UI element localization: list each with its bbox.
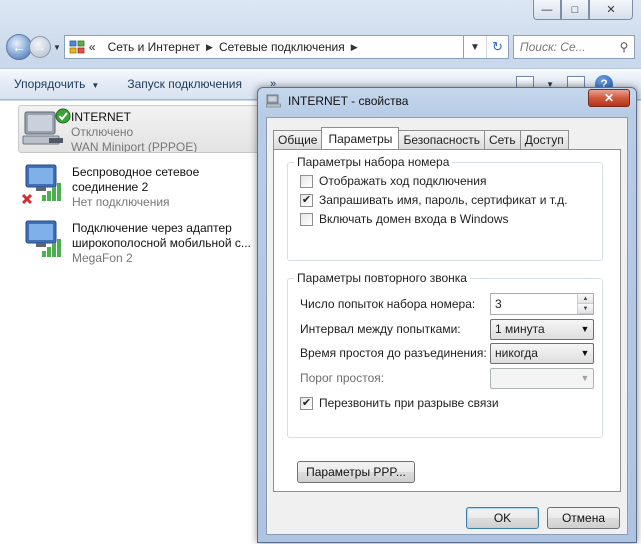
- window-controls: — □ ✕: [533, 0, 633, 20]
- recent-pages-dropdown-icon[interactable]: ▼: [53, 43, 61, 52]
- organize-label: Упорядочить: [14, 77, 86, 91]
- search-placeholder: Поиск: Се...: [519, 40, 586, 54]
- start-connection-button[interactable]: Запуск подключения: [127, 77, 242, 91]
- cancel-button[interactable]: Отмена: [547, 507, 620, 529]
- tab-sharing[interactable]: Доступ: [519, 130, 569, 149]
- idle-time-row: Время простоя до разъединения: никогда ▼: [300, 342, 594, 364]
- dialing-options-group: Параметры набора номера Отображать ход п…: [287, 155, 603, 261]
- redial-attempts-stepper[interactable]: 3 ▲ ▼: [490, 293, 594, 315]
- connection-status: Нет подключения: [72, 195, 170, 209]
- group-title: Параметры повторного звонка: [294, 271, 470, 285]
- breadcrumb-separator-icon[interactable]: ▶: [351, 42, 358, 53]
- list-item-wireless[interactable]: Беспроводное сетевое соединение 2 Нет по…: [20, 161, 270, 209]
- address-buttons: ▼ ↻: [463, 35, 509, 59]
- option-include-windows-domain[interactable]: Включать домен входа в Windows: [300, 212, 508, 226]
- organize-button[interactable]: Упорядочить ▼: [14, 77, 99, 91]
- redial-attempts-row: Число попыток набора номера: 3 ▲ ▼: [300, 293, 594, 315]
- maximize-icon[interactable]: □: [561, 0, 589, 20]
- address-bar[interactable]: « Сеть и Интернет ▶ Сетевые подключения …: [63, 35, 464, 59]
- start-connection-label: Запуск подключения: [127, 77, 242, 91]
- search-input[interactable]: Поиск: Се... ⚲: [512, 35, 635, 59]
- connection-status: MegaFon 2: [72, 251, 133, 265]
- chevron-down-icon: ▼: [91, 81, 100, 90]
- close-window-icon[interactable]: ✕: [589, 0, 633, 20]
- navigation-bar: ← → ▼ « Сеть и Интернет ▶ Сетевые подклю…: [6, 32, 635, 62]
- checkbox[interactable]: [300, 212, 313, 226]
- list-item-mobile-broadband[interactable]: Подключение через адаптер широкополосной…: [20, 217, 270, 265]
- idle-threshold-row: Порог простоя: ▼: [300, 367, 594, 389]
- breadcrumb-network-and-internet[interactable]: Сеть и Интернет: [108, 40, 200, 54]
- checkbox-label: Запрашивать имя, пароль, сертификат и т.…: [319, 193, 568, 207]
- tab-security[interactable]: Безопасность: [398, 130, 485, 149]
- chevron-down-icon: ▼: [580, 348, 590, 358]
- search-icon[interactable]: ⚲: [614, 40, 634, 54]
- idle-time-select[interactable]: никогда ▼: [490, 342, 594, 364]
- connection-status: Отключено: [71, 125, 134, 139]
- connection-device: WAN Miniport (PPPOE): [71, 140, 198, 152]
- idle-time-value: никогда: [495, 346, 538, 360]
- forward-icon[interactable]: →: [29, 36, 51, 58]
- checkbox[interactable]: ✔: [300, 396, 313, 410]
- properties-dialog: INTERNET - свойства ✕ Общие Параметры Бе…: [257, 87, 637, 543]
- redial-interval-select[interactable]: 1 минута ▼: [490, 318, 594, 340]
- checkbox[interactable]: [300, 174, 313, 188]
- breadcrumb-separator-icon[interactable]: ▶: [206, 42, 213, 53]
- tab-strip: Общие Параметры Безопасность Сеть Доступ: [273, 127, 569, 149]
- dialog-title: INTERNET - свойства: [288, 94, 409, 108]
- tab-general[interactable]: Общие: [273, 130, 323, 149]
- redial-attempts-value[interactable]: 3: [491, 294, 577, 314]
- connection-name: Беспроводное сетевое: [72, 165, 200, 179]
- minimize-icon[interactable]: —: [533, 0, 561, 20]
- option-redial-on-drop[interactable]: ✔ Перезвонить при разрыве связи: [300, 396, 499, 410]
- close-icon[interactable]: ✕: [588, 89, 630, 107]
- ppp-settings-button[interactable]: Параметры PPP...: [297, 461, 415, 483]
- wireless-connection-icon: [20, 161, 72, 209]
- checkbox-label: Отображать ход подключения: [319, 174, 487, 188]
- spin-up-icon[interactable]: ▲: [578, 294, 593, 304]
- options-panel: Параметры набора номера Отображать ход п…: [273, 149, 621, 492]
- checkbox-label: Включать домен входа в Windows: [319, 212, 509, 226]
- tab-networking[interactable]: Сеть: [483, 130, 521, 149]
- chevron-down-icon: ▼: [580, 373, 590, 383]
- redial-interval-value: 1 минута: [495, 322, 545, 336]
- tab-options[interactable]: Параметры: [321, 127, 400, 149]
- idle-time-label: Время простоя до разъединения:: [300, 346, 487, 360]
- network-folder-icon: [69, 40, 85, 54]
- breadcrumb-chevrons[interactable]: «: [89, 40, 96, 54]
- dialog-titlebar: INTERNET - свойства: [266, 94, 408, 108]
- mobile-broadband-icon: [20, 217, 72, 265]
- checkbox-label: Перезвонить при разрыве связи: [319, 396, 499, 410]
- connection-name-line2: широкополосной мобильной с...: [72, 236, 251, 250]
- address-dropdown-icon[interactable]: ▼: [464, 36, 486, 58]
- redial-interval-label: Интервал между попытками:: [300, 322, 461, 336]
- idle-threshold-select[interactable]: ▼: [490, 367, 594, 389]
- dialup-connection-icon: [19, 106, 71, 154]
- checkbox[interactable]: ✔: [300, 193, 313, 207]
- redial-attempts-label: Число попыток набора номера:: [300, 297, 476, 311]
- option-show-progress[interactable]: Отображать ход подключения: [300, 174, 487, 188]
- connection-name-line2: соединение 2: [72, 180, 149, 194]
- redial-interval-row: Интервал между попытками: 1 минута ▼: [300, 318, 594, 340]
- dialup-connection-icon: [266, 94, 281, 108]
- redial-options-group: Параметры повторного звонка Число попыто…: [287, 271, 603, 438]
- connection-name: Подключение через адаптер: [72, 221, 232, 235]
- list-item-internet[interactable]: INTERNET Отключено WAN Miniport (PPPOE): [18, 105, 263, 153]
- connection-name: INTERNET: [71, 110, 131, 124]
- idle-threshold-label: Порог простоя:: [300, 371, 385, 385]
- option-prompt-credentials[interactable]: ✔ Запрашивать имя, пароль, сертификат и …: [300, 193, 568, 207]
- spin-down-icon[interactable]: ▼: [578, 304, 593, 314]
- dialog-body: Общие Параметры Безопасность Сеть Доступ…: [266, 117, 628, 535]
- chevron-down-icon: ▼: [580, 324, 590, 334]
- group-title: Параметры набора номера: [294, 155, 453, 169]
- breadcrumb-network-connections[interactable]: Сетевые подключения: [219, 40, 345, 54]
- refresh-icon[interactable]: ↻: [485, 36, 508, 58]
- ok-button[interactable]: OK: [466, 507, 539, 529]
